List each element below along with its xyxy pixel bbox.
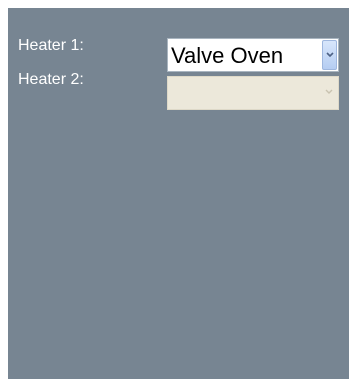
heater-1-selected-value: Valve Oven: [171, 43, 284, 68]
heater-1-dropdown-button[interactable]: [322, 40, 337, 70]
heater-panel: Heater 1: Valve Oven Heater 2:: [8, 8, 349, 379]
heater-2-label: Heater 2:: [18, 71, 84, 88]
heater-2-dropdown-button[interactable]: [322, 78, 337, 108]
heater-2-select[interactable]: [167, 76, 339, 110]
heater-1-label: Heater 1:: [18, 37, 84, 54]
chevron-down-icon: [326, 52, 334, 58]
heater-1-select[interactable]: Valve Oven: [167, 38, 339, 72]
chevron-down-icon: [325, 89, 333, 94]
